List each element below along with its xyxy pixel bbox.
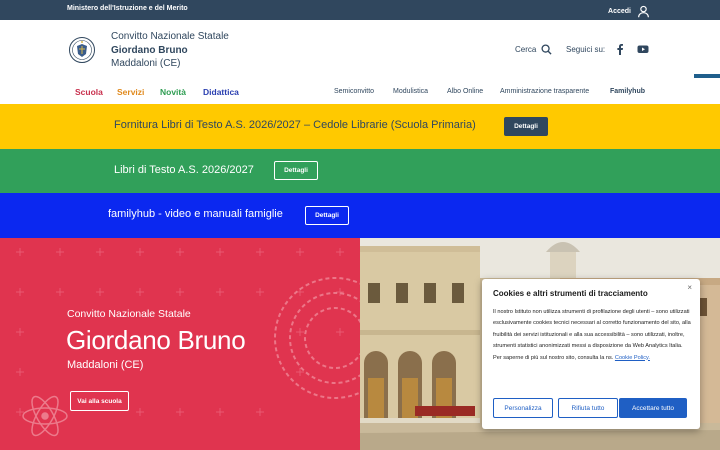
nav-item-novita[interactable]: Novità xyxy=(160,87,186,97)
nav-item-semiconvitto[interactable]: Semiconvitto xyxy=(334,88,374,95)
accept-all-button[interactable]: Accettare tutto xyxy=(619,398,687,418)
nav-item-familyhub[interactable]: Familyhub xyxy=(610,88,645,95)
cookie-title: Cookies e altri strumenti di tracciament… xyxy=(493,289,648,298)
banner-details-button[interactable]: Dettagli xyxy=(305,206,349,225)
customize-button[interactable]: Personalizza xyxy=(493,398,553,418)
banner-libri-di-testo: Libri di Testo A.S. 2026/2027 Dettagli xyxy=(0,149,720,193)
search-label: Cerca xyxy=(515,45,537,54)
banner-text: familyhub - video e manuali famiglie xyxy=(108,208,283,220)
youtube-icon[interactable] xyxy=(637,43,649,55)
user-icon xyxy=(638,5,649,18)
follow-label: Seguici su: xyxy=(566,45,606,54)
site-header: Convitto Nazionale Statale Giordano Brun… xyxy=(0,20,720,78)
cookie-body: Il nostro Istituto non utilizza strument… xyxy=(493,307,693,364)
facebook-icon[interactable] xyxy=(614,43,626,55)
reject-all-button[interactable]: Rifiuta tutto xyxy=(558,398,618,418)
top-bar: Ministero dell'Istruzione e del Merito A… xyxy=(0,0,720,20)
nav-item-modulistica[interactable]: Modulistica xyxy=(393,88,428,95)
school-name-line3: Maddaloni (CE) xyxy=(111,58,181,69)
hero-location: Maddaloni (CE) xyxy=(67,359,144,371)
banner-cedole-librarie: Fornitura Libri di Testo A.S. 2026/2027 … xyxy=(0,104,720,149)
go-to-school-button[interactable]: Vai alla scuola xyxy=(70,391,129,411)
school-name[interactable]: Convitto Nazionale Statale Giordano Brun… xyxy=(111,30,229,71)
banner-details-button[interactable]: Dettagli xyxy=(504,117,548,136)
hero-title: Giordano Bruno xyxy=(66,325,246,355)
cookie-more-text: Per saperne di più sul nostro sito, cons… xyxy=(493,354,614,361)
nav-item-servizi[interactable]: Servizi xyxy=(117,87,144,97)
nav-item-scuola[interactable]: Scuola xyxy=(75,87,103,97)
school-name-line1: Convitto Nazionale Statale xyxy=(111,31,229,42)
hero-subtitle: Convitto Nazionale Statale xyxy=(67,308,191,320)
hero-panel: Convitto Nazionale Statale Giordano Brun… xyxy=(0,238,360,450)
main-navigation: Scuola Servizi Novità Didattica Semiconv… xyxy=(0,78,720,104)
nav-item-albo-online[interactable]: Albo Online xyxy=(447,88,483,95)
banner-text: Libri di Testo A.S. 2026/2027 xyxy=(114,164,254,176)
cookie-dialog: × Cookies e altri strumenti di tracciame… xyxy=(482,279,700,429)
school-logo[interactable] xyxy=(69,37,95,63)
nav-item-amministrazione-trasparente[interactable]: Amministrazione trasparente xyxy=(500,88,589,95)
ministry-link[interactable]: Ministero dell'Istruzione e del Merito xyxy=(67,5,188,12)
banner-details-button[interactable]: Dettagli xyxy=(274,161,318,180)
banner-familyhub: familyhub - video e manuali famiglie Det… xyxy=(0,193,720,238)
login-button[interactable]: Accedi xyxy=(608,5,650,18)
close-icon[interactable]: × xyxy=(687,283,692,292)
cookie-policy-link[interactable]: Cookie Policy. xyxy=(615,355,650,361)
search-button[interactable]: Cerca xyxy=(515,44,552,55)
nav-item-didattica[interactable]: Didattica xyxy=(203,87,239,97)
search-icon xyxy=(541,44,552,55)
school-name-line2: Giordano Bruno xyxy=(111,44,188,56)
banner-text: Fornitura Libri di Testo A.S. 2026/2027 … xyxy=(114,119,476,131)
cookie-text: Il nostro Istituto non utilizza strument… xyxy=(493,309,691,350)
login-label: Accedi xyxy=(608,8,631,15)
